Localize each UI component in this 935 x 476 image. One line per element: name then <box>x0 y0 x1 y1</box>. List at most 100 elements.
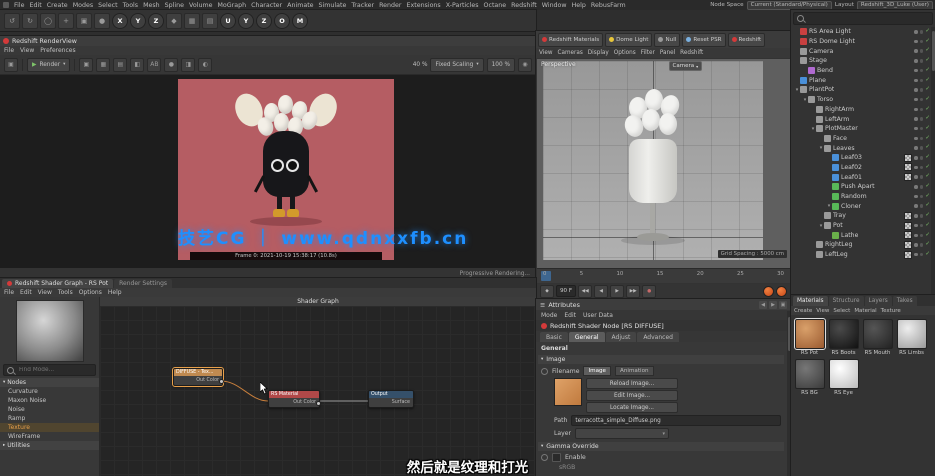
render-dot-icon[interactable] <box>919 136 924 141</box>
enabled-check-icon[interactable]: ✓ <box>925 164 930 171</box>
tree-item[interactable]: ▾ PlotMaster ✓ <box>791 124 931 134</box>
tree-item[interactable]: Push Apart ✓ <box>791 182 931 192</box>
history-back-icon[interactable]: ◀ <box>759 300 767 309</box>
path-value[interactable]: terracotta_simple_Diffuse.png <box>571 415 781 426</box>
render-dot-icon[interactable] <box>919 30 924 34</box>
texture-tag-icon[interactable] <box>904 221 913 230</box>
visibility-dot-icon[interactable] <box>914 165 918 170</box>
render-dot-icon[interactable] <box>919 223 924 228</box>
live-selection-icon[interactable]: ◯ <box>40 12 56 29</box>
enabled-check-icon[interactable]: ✓ <box>925 58 930 64</box>
menu-item[interactable]: Character <box>251 2 282 9</box>
region-render-icon[interactable]: ◧ <box>130 57 145 72</box>
texture-node[interactable]: DIFFUSE - Tex... Out Color <box>172 367 224 387</box>
grid-overlay-icon[interactable]: ▦ <box>96 57 111 72</box>
materials-panel-tab[interactable]: Structure <box>828 296 864 306</box>
animation-tab[interactable]: Animation <box>615 366 654 376</box>
keyframe-dot-icon[interactable] <box>541 367 548 375</box>
goto-end-icon[interactable]: ▶▶ <box>626 284 641 298</box>
output-port-icon[interactable] <box>316 401 321 406</box>
lock-icon[interactable]: ▣ <box>779 300 787 309</box>
goto-start-icon[interactable]: ◀◀ <box>578 284 593 298</box>
perspective-label[interactable]: Perspective <box>541 61 576 68</box>
snapshot-list-icon[interactable]: ◨ <box>181 57 196 72</box>
render-dot-icon[interactable] <box>919 146 924 150</box>
menu-item[interactable]: Mesh <box>143 2 160 9</box>
texture-tag-icon[interactable] <box>904 240 913 249</box>
viewport-canvas[interactable]: Perspective Camera ▾ Grid Spacing : 5000 … <box>537 59 790 268</box>
attributes-menu-item[interactable]: User Data <box>583 312 613 319</box>
camera-chip[interactable]: Camera ▾ <box>668 61 703 71</box>
object-search[interactable] <box>793 12 933 25</box>
material-item[interactable]: RS Limbs <box>896 319 927 356</box>
enabled-check-icon[interactable]: ✓ <box>925 242 930 248</box>
material-thumbnail[interactable] <box>793 318 826 350</box>
menu-item[interactable]: Animate <box>287 2 313 9</box>
visibility-dot-icon[interactable] <box>914 185 918 189</box>
output-node[interactable]: Output Surface <box>368 390 414 408</box>
visibility-dot-icon[interactable] <box>914 78 918 83</box>
enabled-check-icon[interactable]: ✓ <box>925 155 930 161</box>
move-tool-icon[interactable]: + <box>58 12 74 29</box>
image-action-button[interactable]: Edit Image... <box>586 390 678 401</box>
render-dot-icon[interactable] <box>919 97 924 102</box>
material-item[interactable]: RS Pot <box>793 318 826 356</box>
texture-tag-icon[interactable] <box>904 231 913 240</box>
plugin-u-icon[interactable]: U <box>220 12 236 29</box>
tree-item[interactable]: ▾ Torso ✓ <box>791 95 931 105</box>
viewport-toolbar-button[interactable]: Redshift <box>727 32 766 47</box>
render-dot-icon[interactable] <box>919 243 924 247</box>
search-input[interactable] <box>807 14 929 23</box>
viewport-toolbar-button[interactable]: Redshift Materials <box>538 32 604 47</box>
shader-menu-item[interactable]: View <box>38 289 52 296</box>
menu-item[interactable]: Edit <box>30 2 42 9</box>
magic-icon[interactable]: M <box>292 12 308 29</box>
plugin-y-icon[interactable]: Y <box>238 12 254 29</box>
menu-item[interactable]: Redshift <box>511 2 537 9</box>
viewport-toolbar-button[interactable]: Reset PSR <box>682 32 726 47</box>
shader-menu-item[interactable]: Options <box>79 289 102 296</box>
menu-item[interactable]: X-Particles <box>446 2 479 9</box>
enabled-check-icon[interactable]: ✓ <box>925 135 930 142</box>
visibility-dot-icon[interactable] <box>914 175 918 179</box>
material-thumbnail[interactable] <box>862 319 893 349</box>
materials-menu-item[interactable]: Select <box>833 308 850 314</box>
enabled-check-icon[interactable]: ✓ <box>925 145 930 151</box>
materials-panel-tab[interactable]: Layers <box>864 296 892 306</box>
axis-z-icon[interactable]: Z <box>148 12 164 29</box>
render-dot-icon[interactable] <box>919 185 924 189</box>
output-port-icon[interactable] <box>219 379 224 384</box>
materials-menu-item[interactable]: View <box>816 308 829 314</box>
shader-graph-tab[interactable]: Redshift Shader Graph - RS Pot <box>2 279 114 288</box>
axis-y-icon[interactable]: Y <box>130 12 146 29</box>
texture-tag-icon[interactable] <box>904 173 913 182</box>
material-thumbnail[interactable] <box>794 359 825 389</box>
render-dot-icon[interactable] <box>919 194 924 199</box>
visibility-dot-icon[interactable] <box>914 194 918 199</box>
enabled-check-icon[interactable]: ✓ <box>925 38 930 45</box>
coordinate-system-icon[interactable]: ◆ <box>166 12 182 29</box>
menu-item[interactable]: MoGraph <box>217 2 246 9</box>
tree-item[interactable]: Face ✓ <box>791 134 931 144</box>
visibility-dot-icon[interactable] <box>914 49 918 53</box>
enabled-check-icon[interactable]: ✓ <box>925 222 930 229</box>
undo-icon[interactable]: ↺ <box>4 12 20 29</box>
render-dot-icon[interactable] <box>919 59 924 63</box>
visibility-dot-icon[interactable] <box>914 156 918 160</box>
menu-item[interactable]: Spline <box>165 2 184 9</box>
image-tab[interactable]: Image <box>583 366 612 376</box>
timeline-ruler[interactable]: 0 5 10 15 20 25 30 <box>537 268 790 283</box>
render-dot-icon[interactable] <box>919 204 924 208</box>
render-dot-icon[interactable] <box>919 78 924 83</box>
visibility-dot-icon[interactable] <box>914 97 918 102</box>
texture-tag-icon[interactable] <box>904 163 913 172</box>
tree-item[interactable]: LeftArm ✓ <box>791 114 931 124</box>
enabled-check-icon[interactable]: ✓ <box>925 232 930 239</box>
menu-item[interactable]: Simulate <box>319 2 347 9</box>
rotate-tool-icon[interactable]: ● <box>94 12 110 29</box>
attributes-menu-item[interactable]: Edit <box>564 312 576 319</box>
scaling-dropdown[interactable]: Fixed Scaling ▾ <box>430 57 484 72</box>
shader-graph-canvas[interactable]: DIFFUSE - Tex... Out Color RS Material O… <box>100 306 536 476</box>
color-picker-icon[interactable]: ◐ <box>198 57 213 72</box>
material-thumbnail[interactable] <box>896 319 927 349</box>
